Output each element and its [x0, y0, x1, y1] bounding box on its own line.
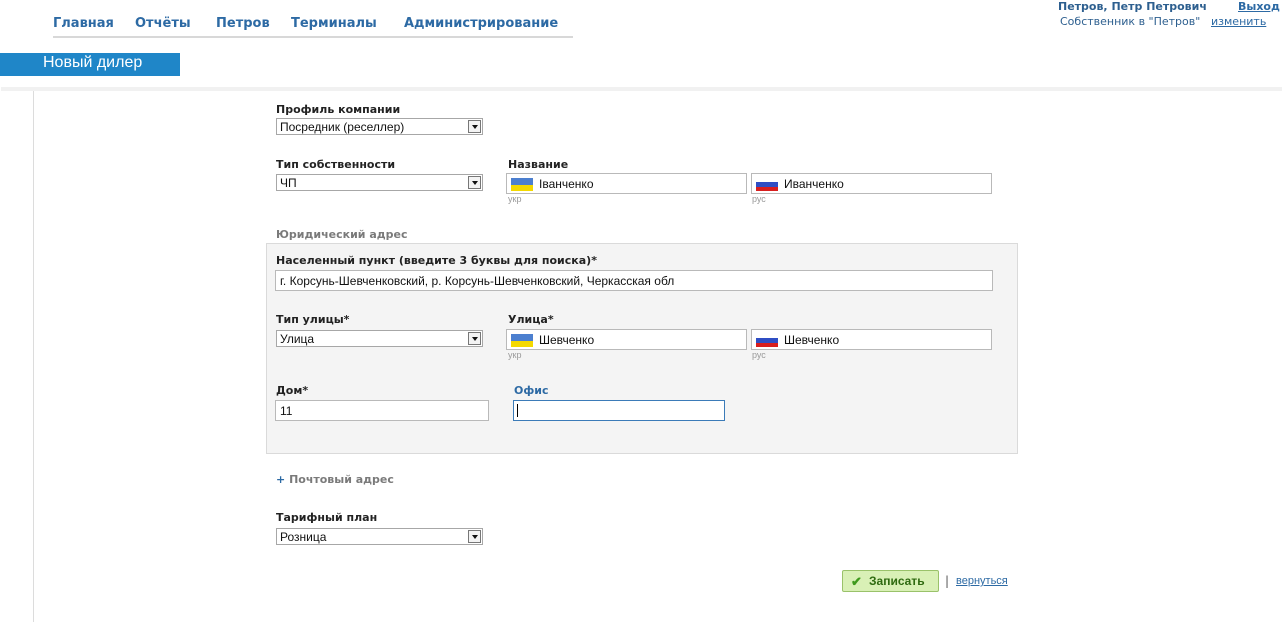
street-rus-input[interactable]: Шевченко: [751, 329, 992, 350]
street-type-label: Тип улицы*: [276, 313, 350, 326]
name-label: Название: [508, 158, 569, 171]
ownership-type-select[interactable]: ЧП: [276, 174, 483, 191]
house-label: Дом*: [276, 384, 309, 397]
house-input[interactable]: 11: [275, 400, 489, 421]
nav-item-terminals[interactable]: Терминалы: [291, 16, 377, 31]
nav-item-reports[interactable]: Отчёты: [135, 16, 191, 31]
company-profile-select[interactable]: Посредник (реселлер): [276, 118, 483, 135]
top-navigation: Главная Отчёты Петров Терминалы Админист…: [53, 14, 573, 38]
russia-flag-icon: [756, 334, 778, 347]
name-rus-input[interactable]: Иванченко: [751, 173, 992, 194]
chevron-down-icon: [468, 176, 481, 189]
nav-item-administration[interactable]: Администрирование: [404, 16, 558, 31]
street-ukr-input[interactable]: Шевченко: [506, 329, 747, 350]
ukraine-flag-icon: [511, 334, 533, 347]
text-caret: [517, 404, 518, 417]
tariff-plan-label: Тарифный план: [276, 511, 378, 524]
user-role: Собственник в "Петров": [1060, 15, 1201, 28]
change-role-link[interactable]: изменить: [1211, 15, 1266, 28]
ownership-type-value: ЧП: [280, 176, 297, 190]
page-title: Новый дилер: [43, 54, 143, 71]
user-name: Петров, Петр Петрович: [1058, 0, 1207, 13]
chevron-down-icon: [468, 120, 481, 133]
name-rus-value: Иванченко: [784, 177, 844, 191]
street-label: Улица*: [508, 313, 554, 326]
save-button-label: Записать: [869, 574, 925, 588]
tariff-plan-select[interactable]: Розница: [276, 528, 483, 545]
page-title-bar: Новый дилер: [0, 53, 180, 76]
company-profile-label: Профиль компании: [276, 103, 401, 116]
name-ukr-value: Іванченко: [539, 177, 594, 191]
street-rus-hint: рус: [752, 350, 766, 360]
street-type-value: Улица: [280, 332, 315, 346]
tariff-plan-value: Розница: [280, 530, 327, 544]
legal-address-label: Юридический адрес: [276, 228, 408, 241]
office-input[interactable]: [513, 400, 725, 421]
street-rus-value: Шевченко: [784, 333, 840, 347]
postal-address-link[interactable]: + Почтовый адрес: [276, 473, 394, 486]
locality-label: Населенный пункт (введите 3 буквы для по…: [276, 254, 597, 267]
plus-icon: +: [276, 473, 286, 486]
ownership-type-label: Тип собственности: [276, 158, 396, 171]
nav-item-home[interactable]: Главная: [53, 16, 114, 31]
locality-value: г. Корсунь-Шевченковский, р. Корсунь-Шев…: [280, 274, 675, 288]
name-ukr-input[interactable]: Іванченко: [506, 173, 747, 194]
street-ukr-hint: укр: [508, 350, 522, 360]
action-separator: |: [945, 574, 950, 588]
back-link[interactable]: вернуться: [956, 575, 1008, 587]
office-label: Офис: [514, 384, 549, 397]
chevron-down-icon: [468, 530, 481, 543]
chevron-down-icon: [468, 332, 481, 345]
ukraine-flag-icon: [511, 178, 533, 191]
company-profile-value: Посредник (реселлер): [280, 120, 405, 134]
russia-flag-icon: [756, 178, 778, 191]
locality-input[interactable]: г. Корсунь-Шевченковский, р. Корсунь-Шев…: [275, 270, 993, 291]
postal-address-label: Почтовый адрес: [289, 473, 394, 486]
logout-link[interactable]: Выход: [1238, 0, 1280, 13]
checkmark-icon: ✔: [851, 574, 862, 589]
street-ukr-value: Шевченко: [539, 333, 595, 347]
street-type-select[interactable]: Улица: [276, 330, 483, 347]
name-rus-hint: рус: [752, 194, 766, 204]
save-button[interactable]: ✔ Записать: [842, 570, 939, 592]
name-ukr-hint: укр: [508, 194, 522, 204]
house-value: 11: [280, 404, 293, 418]
nav-item-petrov[interactable]: Петров: [216, 16, 270, 31]
